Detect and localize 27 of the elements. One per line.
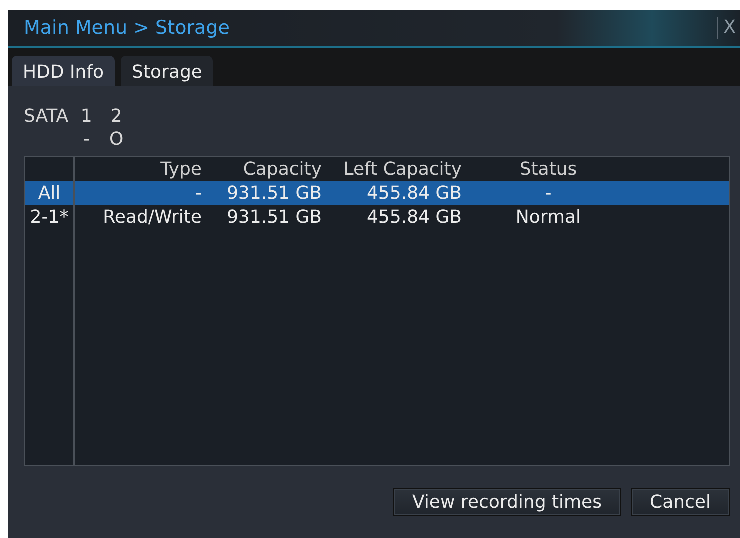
column-header: Type: [160, 158, 203, 180]
close-button[interactable]: X: [716, 17, 740, 39]
table-row[interactable]: 2-1* Read/Write 931.51 GB 455.84 GB Normal: [25, 205, 729, 229]
dialog-button[interactable]: View recording times: [393, 488, 622, 516]
table-cell-text: 455.84 GB: [366, 182, 463, 204]
tab[interactable]: Storage: [121, 56, 214, 86]
row-index: All: [37, 182, 62, 204]
table-cell-text: 455.84 GB: [366, 206, 463, 228]
window-title: Main Menu > Storage: [24, 17, 230, 39]
column-header: Left Capacity: [342, 158, 463, 180]
port-number: 2: [110, 106, 124, 127]
port-state: O: [108, 129, 125, 150]
port-state: -: [82, 129, 91, 150]
column-header: Capacity: [242, 158, 323, 180]
dialog-button[interactable]: Cancel: [631, 488, 730, 516]
row-index: 2-1*: [29, 206, 70, 228]
table-cell-text: -: [544, 182, 553, 204]
sata-label: SATA: [24, 106, 69, 127]
table-cell-text: 931.51 GB: [226, 206, 323, 228]
table-cell-text: Read/Write: [102, 206, 203, 228]
tab[interactable]: HDD Info: [12, 56, 116, 86]
table-cell-text: Normal: [514, 206, 582, 228]
table-row[interactable]: All - 931.51 GB 455.84 GB -: [25, 181, 729, 205]
column-header: Status: [518, 158, 578, 180]
table-cell-text: -: [194, 182, 203, 204]
port-number: 1: [80, 106, 94, 127]
table-cell-text: 931.51 GB: [226, 182, 323, 204]
